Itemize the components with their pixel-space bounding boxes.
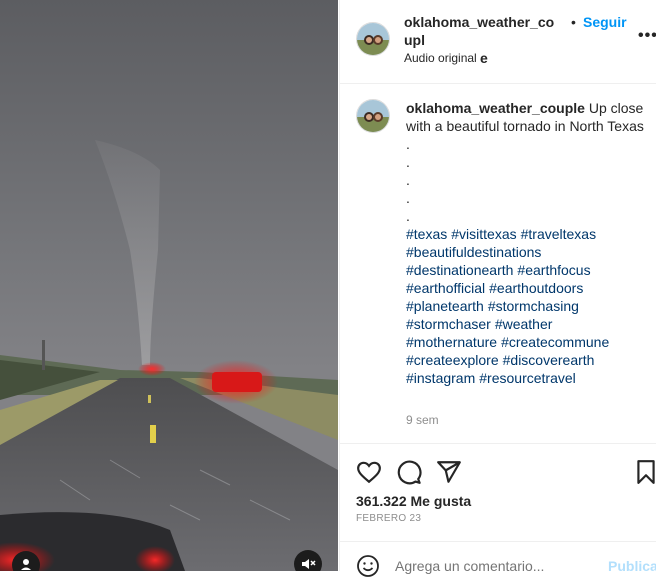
bookmark-icon[interactable] [633,459,656,485]
hashtag-link[interactable]: #weather [495,316,553,332]
avatar[interactable] [356,22,390,56]
hashtag-link[interactable]: #earthfocus [517,262,590,278]
post-header: oklahoma_weather_coupl e • Seguir Audio … [340,0,656,84]
hashtag-link[interactable]: #destinationearth [406,262,513,278]
comment-input[interactable] [395,558,585,574]
hashtag-link[interactable]: #stormchasing [488,298,579,314]
like-count[interactable]: 361.322 Me gusta [356,493,471,509]
separator-dot: • [571,14,576,30]
heart-icon[interactable] [356,459,382,485]
caption-dot: . [406,190,410,206]
emoji-icon[interactable] [356,554,380,578]
hashtag-link[interactable]: #discoverearth [503,352,595,368]
hashtag-link[interactable]: #createexplore [406,352,499,368]
caption: oklahoma_weather_couple Up close with a … [406,99,646,387]
more-options-icon[interactable]: ••• [638,28,656,44]
comment-icon[interactable] [396,459,422,485]
caption-username[interactable]: oklahoma_weather_couple [406,100,585,116]
hashtag-link[interactable]: #resourcetravel [479,370,576,386]
hashtag-link[interactable]: #planetearth [406,298,484,314]
hashtag-link[interactable]: #earthofficial [406,280,485,296]
post-date: FEBRERO 23 [356,513,422,524]
post-video[interactable] [0,0,338,571]
mute-icon[interactable] [294,550,322,571]
caption-dot: . [406,136,410,152]
hashtag-link[interactable]: #mothernature [406,334,497,350]
comment-bar: Publicar [340,541,656,577]
post-side-panel: oklahoma_weather_coupl e • Seguir Audio … [339,0,656,577]
tornado-video-frame [0,0,338,571]
post-age[interactable]: 9 sem [406,413,439,427]
post-actions: 361.322 Me gusta FEBRERO 23 [340,443,656,542]
caption-dot: . [406,154,410,170]
follow-button[interactable]: Seguir [583,13,627,31]
caption-avatar[interactable] [356,99,390,133]
hashtag-link[interactable]: #createcommune [501,334,609,350]
post-author-username-line1: oklahoma_weather_coupl [404,14,555,48]
hashtag-link[interactable]: #visittexas [451,226,516,242]
caption-dot: . [406,172,410,188]
hashtag-link[interactable]: #traveltexas [521,226,596,242]
hashtag-list: #texas #visittexas #traveltexas #beautiful… [406,225,646,387]
hashtag-link[interactable]: #beautifuldestinations [406,244,541,260]
hashtag-link[interactable]: #earthoutdoors [489,280,583,296]
audio-label[interactable]: Audio original [404,51,477,65]
hashtag-link[interactable]: #texas [406,226,447,242]
user-tag-icon[interactable] [12,551,40,571]
caption-dot: . [406,208,410,224]
share-icon[interactable] [436,459,462,485]
hashtag-link[interactable]: #instagram [406,370,475,386]
hashtag-link[interactable]: #stormchaser [406,316,491,332]
publish-button[interactable]: Publicar [608,558,656,574]
